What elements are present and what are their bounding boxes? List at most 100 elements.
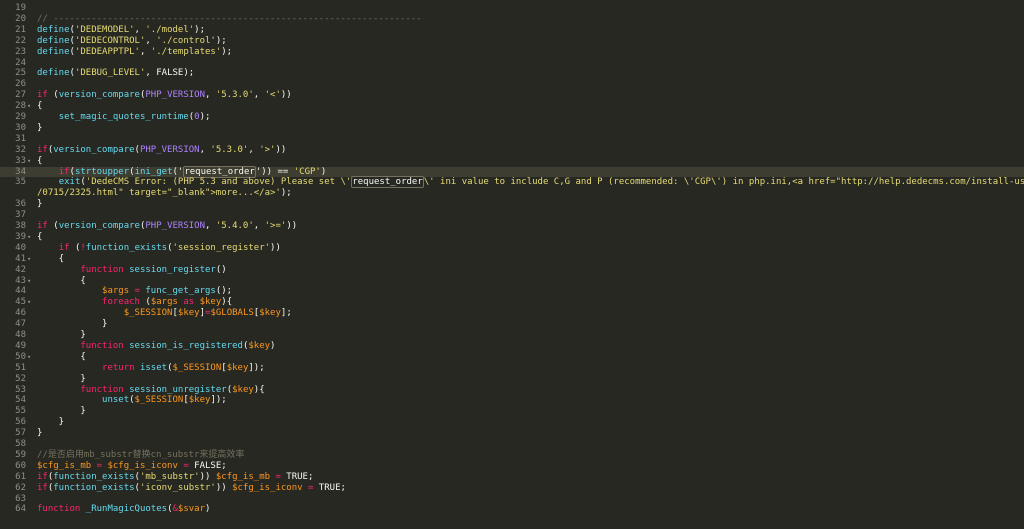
code-line[interactable]: 50 ▾ { bbox=[0, 352, 1024, 363]
code-line[interactable]: 40 if (!function_exists('session_registe… bbox=[0, 243, 1024, 254]
line-number: 51 bbox=[15, 362, 26, 373]
line-code: if(strtoupper(ini_get('request_order')) … bbox=[37, 165, 326, 178]
code-token: unset bbox=[102, 395, 130, 406]
code-line[interactable]: 26 bbox=[0, 79, 1024, 90]
code-line[interactable]: 57} bbox=[0, 428, 1024, 439]
code-line[interactable]: 53 function session_unregister($key){ bbox=[0, 385, 1024, 396]
line-number: 31 bbox=[15, 133, 26, 144]
line-number: 25 bbox=[15, 68, 26, 79]
code-line[interactable]: 34 if(strtoupper(ini_get('request_order'… bbox=[0, 165, 1024, 178]
code-line[interactable]: 21 define('DEDEMODEL', './model'); bbox=[0, 25, 1024, 36]
line-code: /0715/2325.html" target="_blank">more...… bbox=[37, 188, 292, 199]
code-line[interactable]: 35 exit('DedeCMS Error: (PHP 5.3 and abo… bbox=[0, 176, 1024, 189]
code-line[interactable]: 23 define('DEDEAPPTPL', './templates'); bbox=[0, 47, 1024, 58]
code-line[interactable]: 25 define('DEBUG_LEVEL', FALSE); bbox=[0, 68, 1024, 79]
code-line[interactable]: 60 $cfg_is_mb = $cfg_is_iconv = FALSE; bbox=[0, 461, 1024, 472]
code-line[interactable]: 52 } bbox=[0, 374, 1024, 385]
code-line[interactable]: 43 ▾ { bbox=[0, 276, 1024, 287]
code-line[interactable]: 36} bbox=[0, 199, 1024, 210]
code-token: ) bbox=[270, 340, 276, 351]
code-token: PHP_VERSION bbox=[139, 144, 200, 155]
code-token: $_SESSION bbox=[134, 395, 184, 406]
code-line[interactable]: 19 bbox=[0, 3, 1024, 14]
code-line[interactable]: 32 if(version_compare(PHP_VERSION, '5.3.0… bbox=[0, 145, 1024, 156]
code-token: } bbox=[37, 417, 65, 428]
code-line[interactable]: 39 ▾ { bbox=[0, 232, 1024, 243]
code-token: ( bbox=[69, 242, 81, 253]
code-line[interactable]: 29 set_magic_quotes_runtime(0); bbox=[0, 112, 1024, 123]
code-line[interactable]: 55 } bbox=[0, 406, 1024, 417]
code-line[interactable]: 46 $_SESSION[$key]=$GLOBALS[$key]; bbox=[0, 308, 1024, 319]
code-token: version_compare bbox=[58, 221, 140, 231]
code-line[interactable]: 38 if (version_compare(PHP_VERSION, '5.4.… bbox=[0, 221, 1024, 232]
fold-toggle-icon[interactable]: ▾ bbox=[27, 254, 31, 265]
code-token: session_is_registered bbox=[129, 340, 243, 351]
fold-toggle-icon[interactable]: ▾ bbox=[27, 232, 31, 243]
code-line[interactable]: 28 ▾ { bbox=[0, 101, 1024, 112]
code-line[interactable]: 45 ▾ foreach ($args as $key){ bbox=[0, 297, 1024, 308]
fold-toggle-icon[interactable]: ▾ bbox=[27, 352, 31, 363]
fold-toggle-icon[interactable]: ▾ bbox=[27, 297, 31, 308]
line-code: define('DEDECONTROL', './control'); bbox=[37, 36, 227, 47]
code-token: 'DEDEAPPTPL' bbox=[74, 46, 140, 57]
code-line[interactable]: 51 return isset($_SESSION[$key]); bbox=[0, 363, 1024, 374]
code-line[interactable]: 24 bbox=[0, 58, 1024, 69]
line-code: //是否启用mb_substr替换cn_substr来提高效率 bbox=[37, 450, 244, 461]
code-line[interactable]: 31 bbox=[0, 134, 1024, 145]
code-editor[interactable]: 19 20 // ---------------------------------… bbox=[0, 0, 1024, 529]
code-line[interactable]: 41 ▾ { bbox=[0, 254, 1024, 265]
code-line[interactable]: 33 ▾ { bbox=[0, 156, 1024, 167]
code-token: $cfg_is_mb bbox=[215, 471, 271, 482]
line-code: function _RunMagicQuotes(&$svar) bbox=[37, 504, 210, 515]
line-code: } bbox=[37, 374, 85, 385]
line-code: if (version_compare(PHP_VERSION, '5.4.0'… bbox=[37, 221, 297, 232]
code-line[interactable]: 56 } bbox=[0, 417, 1024, 428]
line-number: 53 bbox=[15, 384, 26, 395]
code-token: function bbox=[80, 340, 124, 351]
code-line[interactable]: 37 bbox=[0, 210, 1024, 221]
line-code: } bbox=[37, 417, 64, 428]
code-line[interactable]: 63 bbox=[0, 494, 1024, 505]
code-token: { bbox=[37, 101, 43, 112]
code-line[interactable]: 61 if(function_exists('mb_substr')) $cfg_… bbox=[0, 472, 1024, 483]
code-token: function bbox=[80, 264, 124, 275]
code-line[interactable]: 22 define('DEDECONTROL', './control'); bbox=[0, 36, 1024, 47]
code-token: } bbox=[37, 122, 43, 133]
code-line[interactable]: 58 bbox=[0, 439, 1024, 450]
code-token: $args bbox=[102, 286, 130, 297]
code-line[interactable]: 47 } bbox=[0, 319, 1024, 330]
code-token: $key bbox=[259, 308, 281, 319]
code-line[interactable]: 62 if(function_exists('iconv_substr')) $c… bbox=[0, 483, 1024, 494]
code-line[interactable]: 20 // -----------------------------------… bbox=[0, 14, 1024, 25]
line-number: 62 bbox=[15, 482, 26, 493]
line-code: function session_is_registered($key) bbox=[37, 341, 275, 352]
code-line[interactable]: 30} bbox=[0, 123, 1024, 134]
code-token: '>' bbox=[259, 144, 276, 155]
fold-toggle-icon[interactable]: ▾ bbox=[27, 156, 31, 167]
code-line[interactable]: 49 function session_is_registered($key) bbox=[0, 341, 1024, 352]
line-number: 45 bbox=[15, 297, 26, 308]
code-line[interactable]: 42 function session_register() bbox=[0, 265, 1024, 276]
code-line[interactable]: 48 } bbox=[0, 330, 1024, 341]
fold-toggle-icon[interactable]: ▾ bbox=[27, 101, 31, 112]
code-token: if bbox=[37, 144, 48, 155]
code-line[interactable]: 64 function _RunMagicQuotes(&$svar) bbox=[0, 504, 1024, 515]
code-line[interactable]: 59 //是否启用mb_substr替换cn_substr来提高效率 bbox=[0, 450, 1024, 461]
code-token: ); bbox=[280, 188, 292, 199]
line-code: $cfg_is_mb = $cfg_is_iconv = FALSE; bbox=[37, 461, 227, 472]
code-line[interactable]: /0715/2325.html" target="_blank">more...… bbox=[0, 188, 1024, 199]
code-line[interactable]: 44 $args = func_get_args(); bbox=[0, 286, 1024, 297]
line-number: 40 bbox=[15, 242, 26, 253]
code-token: } bbox=[37, 319, 108, 330]
code-line[interactable]: 54 unset($_SESSION[$key]); bbox=[0, 395, 1024, 406]
code-token: { bbox=[37, 275, 86, 286]
fold-toggle-icon[interactable]: ▾ bbox=[27, 276, 31, 287]
code-token: define bbox=[37, 24, 70, 35]
line-number: 22 bbox=[15, 35, 26, 46]
code-token: 'iconv_substr' bbox=[139, 482, 216, 493]
code-line[interactable]: 27 if (version_compare(PHP_VERSION, '5.3.… bbox=[0, 90, 1024, 101]
